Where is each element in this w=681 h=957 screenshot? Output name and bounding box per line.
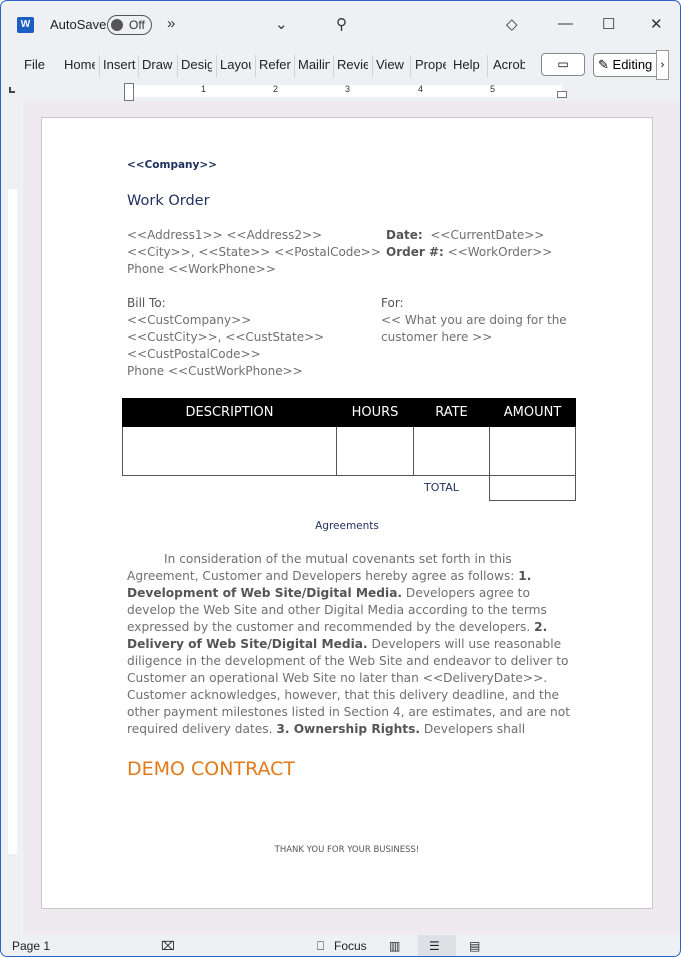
close-icon[interactable]: ✕ <box>650 15 663 33</box>
date-label: Date: <box>386 228 423 242</box>
agreement-section-heading: 3. Ownership Rights. <box>276 722 421 736</box>
tab-insert[interactable]: Insert <box>103 57 136 72</box>
order-label: Order #: <box>386 245 444 259</box>
indent-marker[interactable] <box>124 83 134 101</box>
document-title: Work Order <box>127 193 210 209</box>
tab-view[interactable]: View <box>376 57 406 72</box>
address-line: <<Address1>> <<Address2>> <box>127 228 323 242</box>
maximize-icon[interactable]: ☐ <box>602 15 615 33</box>
document-page[interactable]: <<Company>> Work Order <<Address1>> <<Ad… <box>41 117 653 909</box>
autosave-label: AutoSave <box>50 17 107 32</box>
ruler-number: 1 <box>201 84 207 94</box>
for-line: << What you are doing for the <box>381 313 567 327</box>
focus-icon[interactable]: ⎕ <box>317 939 324 954</box>
agreement-text: In consideration of the mutual covenants… <box>127 552 519 583</box>
horizontal-ruler[interactable]: 1 2 3 4 5 <box>23 83 663 101</box>
bill-to-line: <<CustPostalCode>> <box>127 347 261 361</box>
total-cell[interactable] <box>489 475 576 501</box>
read-mode-icon[interactable]: ▥ <box>389 939 400 953</box>
amount-cell[interactable] <box>489 426 576 476</box>
agreement-paragraph: In consideration of the mutual covenants… <box>127 551 571 738</box>
bill-to-line: <<CustCompany>> <box>127 313 252 327</box>
word-window: W AutoSave Off » ⌄ ⚲ ◇ — ☐ ✕ File Home I… <box>0 0 681 957</box>
hours-cell[interactable] <box>336 426 414 476</box>
footer-thanks: THANK YOU FOR YOUR BUSINESS! <box>274 845 420 855</box>
bill-to-label: Bill To: <box>127 296 166 310</box>
total-label: TOTAL <box>424 481 459 494</box>
search-icon[interactable]: ⚲ <box>336 15 347 33</box>
tab-home[interactable]: Home <box>64 57 95 72</box>
tab-properties[interactable]: Properties <box>415 57 446 72</box>
tab-acrobat[interactable]: Acrobat <box>493 57 525 72</box>
autosave-toggle[interactable]: Off <box>107 15 152 35</box>
diamond-icon[interactable]: ◇ <box>506 15 518 33</box>
bill-to-line: Phone <<CustWorkPhone>> <box>127 364 303 378</box>
ribbon-more-button[interactable]: › <box>656 50 669 80</box>
print-layout-icon[interactable]: ☰ <box>429 939 440 953</box>
demo-contract-watermark: DEMO CONTRACT <box>127 758 296 780</box>
status-bar: Page 1 ⌧ ⎕ Focus ▥ ☰ ▤ <box>1 934 680 956</box>
tab-design[interactable]: Design <box>181 57 212 72</box>
overflow-icon[interactable]: » <box>167 15 175 32</box>
editing-mode-button[interactable]: ✎ Editing <box>593 53 663 77</box>
minimize-icon[interactable]: — <box>558 15 573 32</box>
for-label: For: <box>381 296 404 310</box>
tab-mailings[interactable]: Mailings <box>298 57 330 72</box>
chevron-down-icon[interactable]: ⌄ <box>275 15 288 33</box>
agreements-title: Agreements <box>315 520 379 532</box>
vertical-ruler[interactable] <box>5 105 19 935</box>
date-value: <<CurrentDate>> <box>430 228 545 242</box>
address-line: Phone <<WorkPhone>> <box>127 262 276 276</box>
ruler-number: 5 <box>490 84 496 94</box>
pencil-icon: ✎ <box>598 57 609 72</box>
comment-icon: ▭ <box>557 57 569 71</box>
tab-selector-icon[interactable] <box>9 87 15 93</box>
tab-draw[interactable]: Draw <box>142 57 174 72</box>
tab-layout[interactable]: Layout <box>220 57 251 72</box>
title-bar: W AutoSave Off » ⌄ ⚲ ◇ — ☐ ✕ <box>1 1 680 49</box>
work-order-table: DESCRIPTION HOURS RATE AMOUNT <box>122 398 576 476</box>
tab-references[interactable]: References <box>259 57 291 72</box>
autosave-state: Off <box>129 18 145 32</box>
focus-button[interactable]: Focus <box>334 939 367 953</box>
page-indicator[interactable]: Page 1 <box>12 939 50 953</box>
ruler-number: 2 <box>273 84 279 94</box>
ruler-number: 4 <box>418 84 424 94</box>
right-indent-marker[interactable] <box>557 91 567 98</box>
address-line: <<City>>, <<State>> <<PostalCode>> <box>127 245 381 259</box>
tab-file[interactable]: File <box>24 57 50 72</box>
word-icon: W <box>17 17 34 33</box>
proofing-icon[interactable]: ⌧ <box>161 939 175 953</box>
tab-review[interactable]: Review <box>337 57 368 72</box>
header-description: DESCRIPTION <box>122 398 337 427</box>
order-value: <<WorkOrder>> <box>447 245 553 259</box>
header-rate: RATE <box>413 398 490 427</box>
agreement-text: Developers shall <box>420 722 526 736</box>
bill-to-line: <<CustCity>>, <<CustState>> <box>127 330 325 344</box>
for-line: customer here >> <box>381 330 493 344</box>
header-hours: HOURS <box>336 398 414 427</box>
web-layout-icon[interactable]: ▤ <box>469 939 480 953</box>
rate-cell[interactable] <box>413 426 490 476</box>
company-field: <<Company>> <box>127 159 217 171</box>
description-cell[interactable] <box>122 426 337 476</box>
tab-help[interactable]: Help <box>453 57 483 72</box>
editing-label: Editing <box>612 57 653 72</box>
ruler-number: 3 <box>345 84 351 94</box>
header-amount: AMOUNT <box>489 398 576 427</box>
table-row <box>122 426 576 476</box>
comment-button[interactable]: ▭ <box>541 53 585 76</box>
